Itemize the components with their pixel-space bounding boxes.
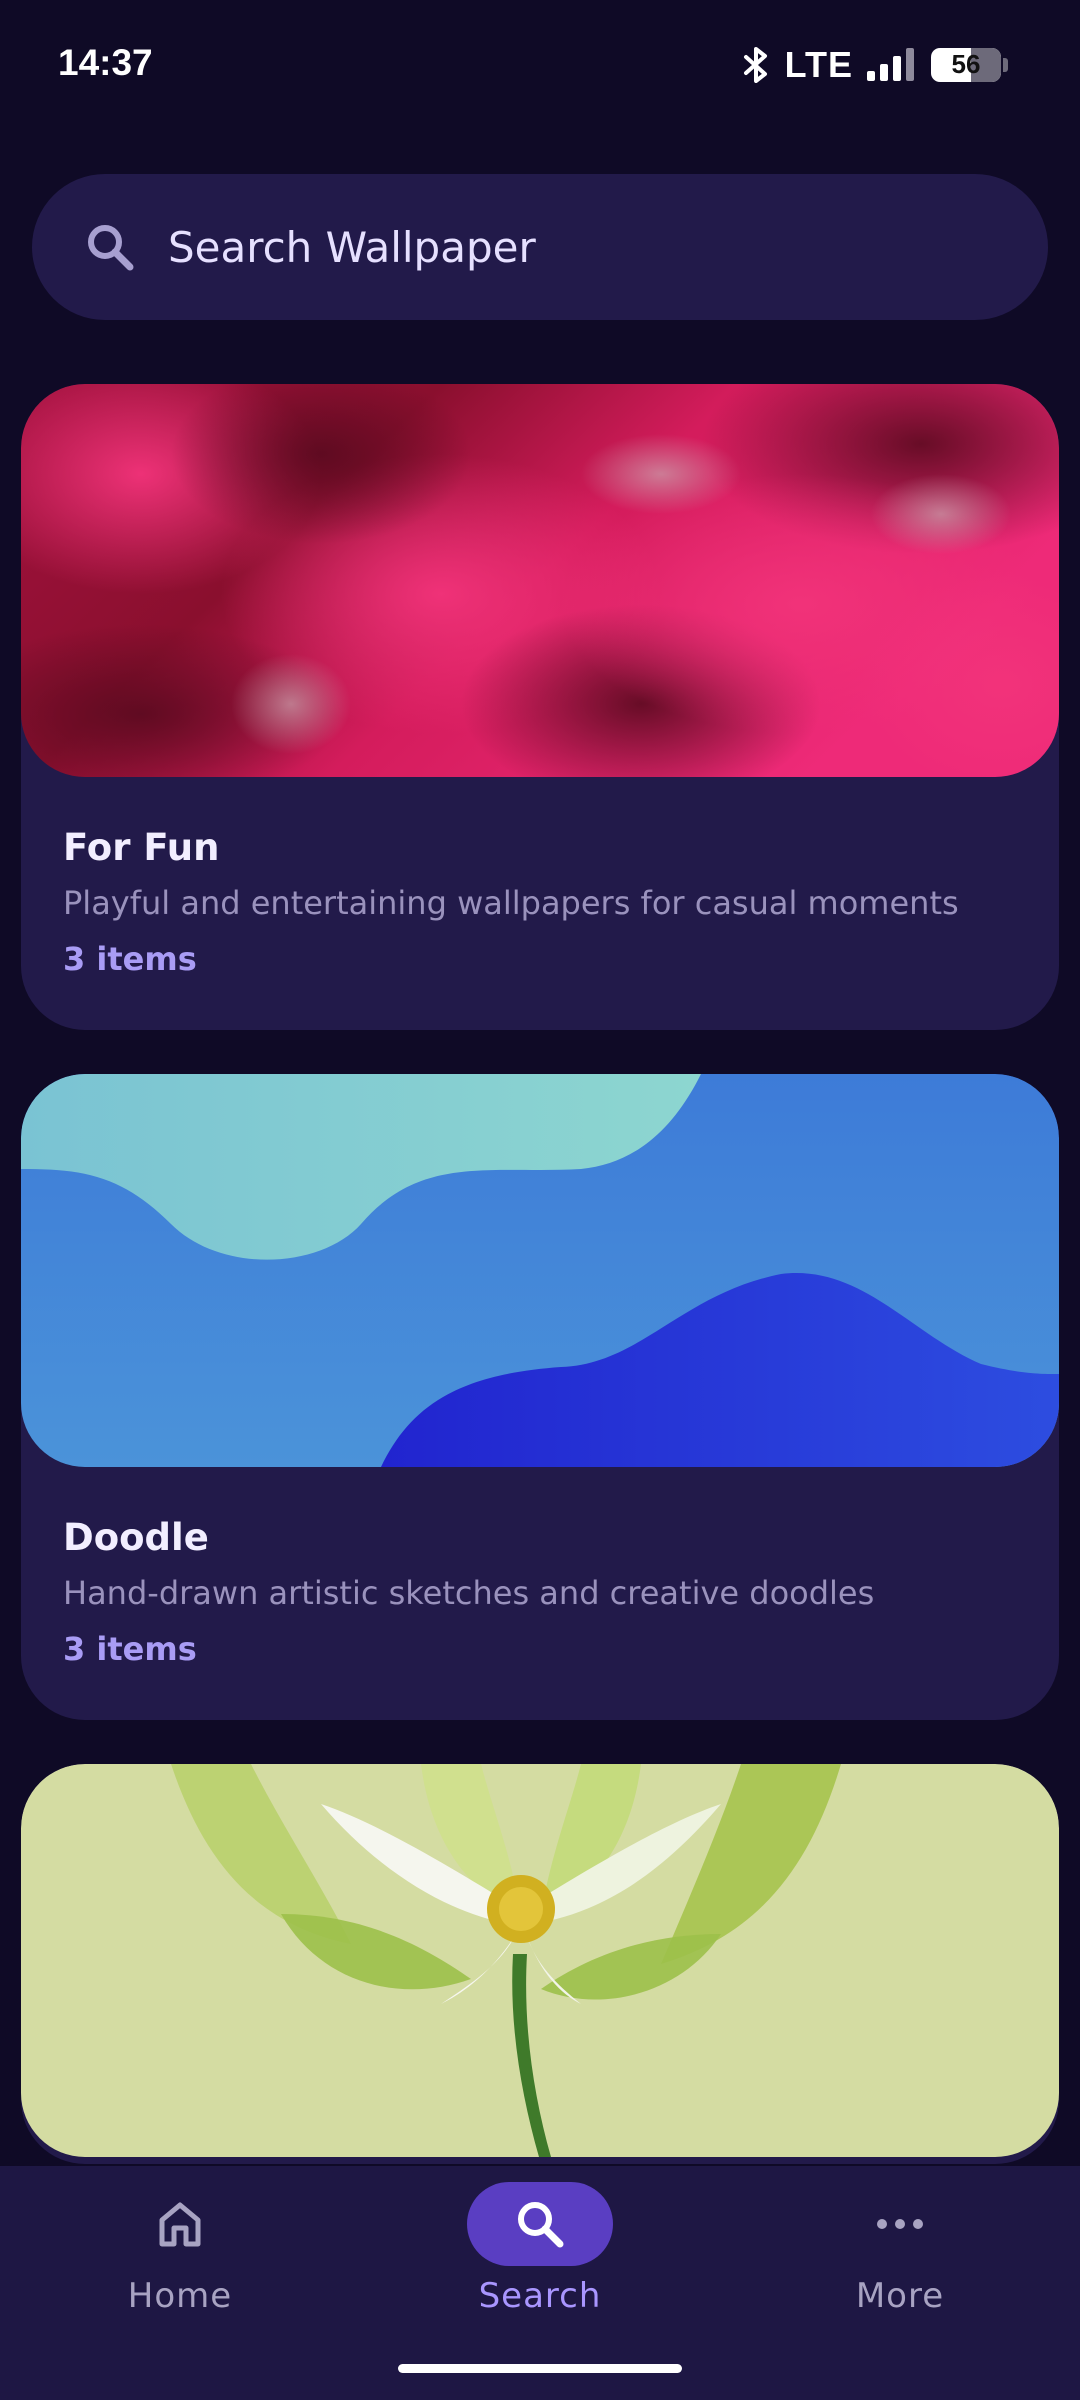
home-icon — [107, 2182, 253, 2266]
status-time: 14:37 — [58, 42, 153, 83]
nav-label-search: Search — [478, 2276, 602, 2316]
category-title: Doodle — [63, 1516, 209, 1559]
category-count: 3 items — [63, 1630, 197, 1668]
nav-item-search[interactable]: Search — [390, 2182, 690, 2332]
battery-level: 56 — [951, 49, 981, 79]
nav-label-home: Home — [127, 2276, 233, 2316]
category-count: 3 items — [63, 940, 197, 978]
nav-label-more: More — [855, 2276, 945, 2316]
category-card-doodle[interactable]: Doodle Hand-drawn artistic sketches and … — [21, 1074, 1059, 1720]
category-description: Hand-drawn artistic sketches and creativ… — [63, 1574, 875, 1612]
category-image-blue-waves — [21, 1074, 1059, 1467]
search-icon — [80, 217, 140, 277]
category-title: For Fun — [63, 826, 220, 869]
network-type: LTE — [784, 44, 853, 85]
category-description: Playful and entertaining wallpapers for … — [63, 884, 959, 922]
signal-icon — [867, 47, 917, 83]
home-indicator[interactable] — [398, 2364, 682, 2373]
category-image-green-flower — [21, 1764, 1059, 2157]
category-card-for-fun[interactable]: For Fun Playful and entertaining wallpap… — [21, 384, 1059, 1030]
more-icon — [827, 2182, 973, 2266]
search-icon — [467, 2182, 613, 2266]
bluetooth-icon — [741, 47, 771, 83]
status-bar: 14:37 LTE 56 — [0, 0, 1080, 130]
nav-item-more[interactable]: More — [750, 2182, 1050, 2332]
category-image-pink-clouds — [21, 384, 1059, 777]
category-card-flower[interactable] — [21, 1764, 1059, 2164]
battery-icon: 56 — [931, 48, 1001, 82]
nav-item-home[interactable]: Home — [30, 2182, 330, 2332]
search-bar[interactable]: Search Wallpaper — [32, 174, 1048, 320]
status-icons: LTE 56 — [741, 44, 1008, 86]
search-input[interactable]: Search Wallpaper — [168, 223, 536, 272]
